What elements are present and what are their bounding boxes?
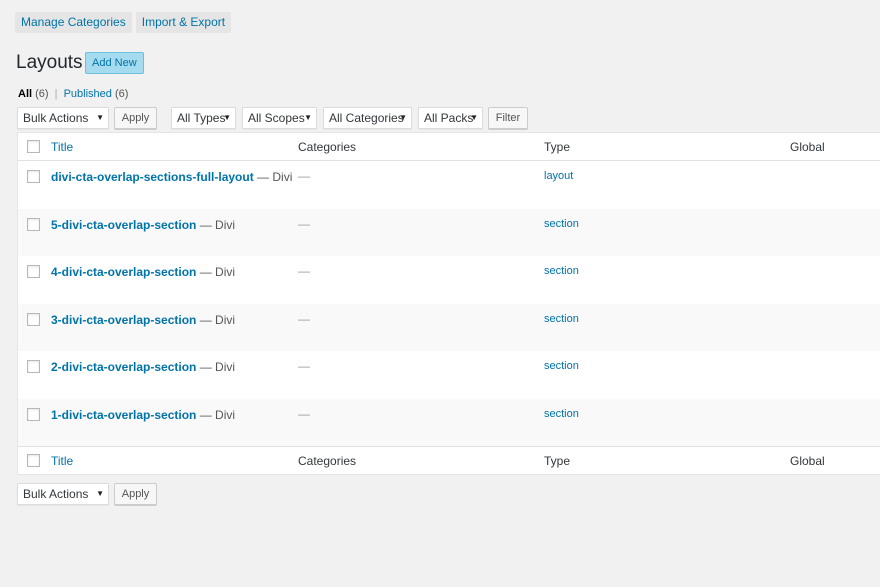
select-all-checkbox-footer[interactable] bbox=[27, 454, 40, 467]
scopes-select[interactable]: All Scopes ▼ bbox=[242, 107, 317, 129]
top-tabs: Manage Categories Import & Export bbox=[15, 12, 232, 33]
packs-select[interactable]: All Packs ▼ bbox=[418, 107, 483, 129]
select-all-checkbox[interactable] bbox=[27, 140, 40, 153]
row-type-link[interactable]: section bbox=[544, 360, 579, 372]
chevron-down-icon: ▼ bbox=[96, 113, 104, 122]
filter-button[interactable]: Filter bbox=[488, 107, 528, 129]
add-new-button[interactable]: Add New bbox=[85, 52, 144, 74]
row-categories: — bbox=[298, 311, 310, 326]
types-value: All Types bbox=[177, 111, 226, 125]
table-footer: Title Categories Type Global bbox=[18, 446, 880, 474]
row-title-suffix: — Divi bbox=[196, 407, 236, 422]
view-all-link[interactable]: All bbox=[18, 88, 32, 100]
scopes-value: All Scopes bbox=[248, 111, 305, 125]
row-title-link[interactable]: 5-divi-cta-overlap-section bbox=[51, 218, 196, 232]
row-categories: — bbox=[298, 216, 310, 231]
tab-import-export[interactable]: Import & Export bbox=[135, 12, 232, 33]
row-type-link[interactable]: section bbox=[544, 265, 579, 277]
row-title-link[interactable]: divi-cta-overlap-sections-full-layout bbox=[51, 170, 254, 184]
table-header: Title Categories Type Global bbox=[18, 133, 880, 161]
view-separator: | bbox=[54, 88, 58, 100]
apply-button-bottom[interactable]: Apply bbox=[114, 483, 157, 505]
row-type-link[interactable]: section bbox=[544, 218, 579, 230]
chevron-down-icon: ▼ bbox=[304, 113, 312, 122]
row-title-link[interactable]: 4-divi-cta-overlap-section bbox=[51, 265, 196, 279]
status-views: All (6) | Published (6) bbox=[18, 88, 128, 100]
chevron-down-icon: ▼ bbox=[399, 113, 407, 122]
view-all-count: (6) bbox=[35, 88, 49, 100]
categories-select[interactable]: All Categories ▼ bbox=[323, 107, 412, 129]
row-title: 2-divi-cta-overlap-section — Divi bbox=[51, 359, 235, 374]
chevron-down-icon: ▼ bbox=[223, 113, 231, 122]
row-type-link[interactable]: section bbox=[544, 408, 579, 420]
row-title: divi-cta-overlap-sections-full-layout — … bbox=[51, 169, 292, 184]
row-type-link[interactable]: layout bbox=[544, 170, 573, 182]
row-type-link[interactable]: section bbox=[544, 313, 579, 325]
column-type-footer: Type bbox=[544, 454, 571, 468]
bulk-actions-value: Bulk Actions bbox=[23, 111, 89, 125]
row-title-suffix: — Divi bbox=[196, 217, 236, 232]
row-checkbox[interactable] bbox=[27, 170, 40, 183]
bulk-actions-select-bottom[interactable]: Bulk Actions ▼ bbox=[17, 483, 109, 505]
types-select[interactable]: All Types ▼ bbox=[171, 107, 236, 129]
row-checkbox[interactable] bbox=[27, 217, 40, 231]
row-title-link[interactable]: 2-divi-cta-overlap-section bbox=[51, 360, 196, 374]
column-categories-footer: Categories bbox=[298, 454, 357, 468]
row-checkbox[interactable] bbox=[27, 407, 40, 421]
table-row: 3-divi-cta-overlap-section — Divi — sect… bbox=[18, 303, 880, 351]
row-categories: — bbox=[298, 264, 310, 278]
tab-manage-categories[interactable]: Manage Categories bbox=[15, 12, 132, 33]
column-title-sort[interactable]: Title bbox=[51, 140, 73, 154]
row-title-link[interactable]: 3-divi-cta-overlap-section bbox=[51, 313, 196, 327]
apply-button[interactable]: Apply bbox=[114, 107, 157, 129]
column-type: Type bbox=[544, 140, 571, 154]
layouts-table: Title Categories Type Global divi-cta-ov… bbox=[17, 132, 880, 475]
row-checkbox[interactable] bbox=[27, 360, 40, 373]
row-title: 5-divi-cta-overlap-section — Divi bbox=[51, 217, 235, 232]
row-checkbox[interactable] bbox=[27, 312, 40, 326]
row-title-suffix: — Divi bbox=[253, 170, 293, 184]
table-row: divi-cta-overlap-sections-full-layout — … bbox=[18, 161, 880, 209]
view-published-link[interactable]: Published bbox=[64, 88, 112, 100]
bulk-actions-select[interactable]: Bulk Actions ▼ bbox=[17, 107, 109, 129]
chevron-down-icon: ▼ bbox=[470, 113, 478, 122]
page-title: Layouts bbox=[16, 52, 83, 73]
column-categories: Categories bbox=[298, 140, 357, 154]
row-title: 4-divi-cta-overlap-section — Divi bbox=[51, 264, 235, 279]
table-row: 4-divi-cta-overlap-section — Divi — sect… bbox=[18, 256, 880, 304]
categories-value: All Categories bbox=[329, 111, 404, 125]
chevron-down-icon: ▼ bbox=[96, 489, 104, 498]
column-title-sort-footer[interactable]: Title bbox=[51, 454, 73, 468]
column-global: Global bbox=[790, 140, 825, 154]
column-global-footer: Global bbox=[790, 454, 825, 468]
row-categories: — bbox=[298, 169, 310, 183]
row-title-suffix: — Divi bbox=[196, 312, 236, 327]
row-title-suffix: — Divi bbox=[196, 360, 236, 374]
row-categories: — bbox=[298, 359, 310, 373]
view-published-count: (6) bbox=[114, 88, 129, 100]
row-categories: — bbox=[298, 406, 310, 421]
table-row: 5-divi-cta-overlap-section — Divi — sect… bbox=[18, 208, 880, 256]
row-checkbox[interactable] bbox=[27, 265, 40, 278]
row-title: 1-divi-cta-overlap-section — Divi bbox=[51, 407, 235, 422]
table-row: 1-divi-cta-overlap-section — Divi — sect… bbox=[18, 398, 880, 446]
bulk-actions-value: Bulk Actions bbox=[23, 487, 89, 501]
packs-value: All Packs bbox=[424, 111, 474, 125]
row-title-link[interactable]: 1-divi-cta-overlap-section bbox=[51, 408, 196, 422]
row-title: 3-divi-cta-overlap-section — Divi bbox=[51, 312, 235, 327]
table-row: 2-divi-cta-overlap-section — Divi — sect… bbox=[18, 351, 880, 399]
row-title-suffix: — Divi bbox=[196, 265, 236, 279]
